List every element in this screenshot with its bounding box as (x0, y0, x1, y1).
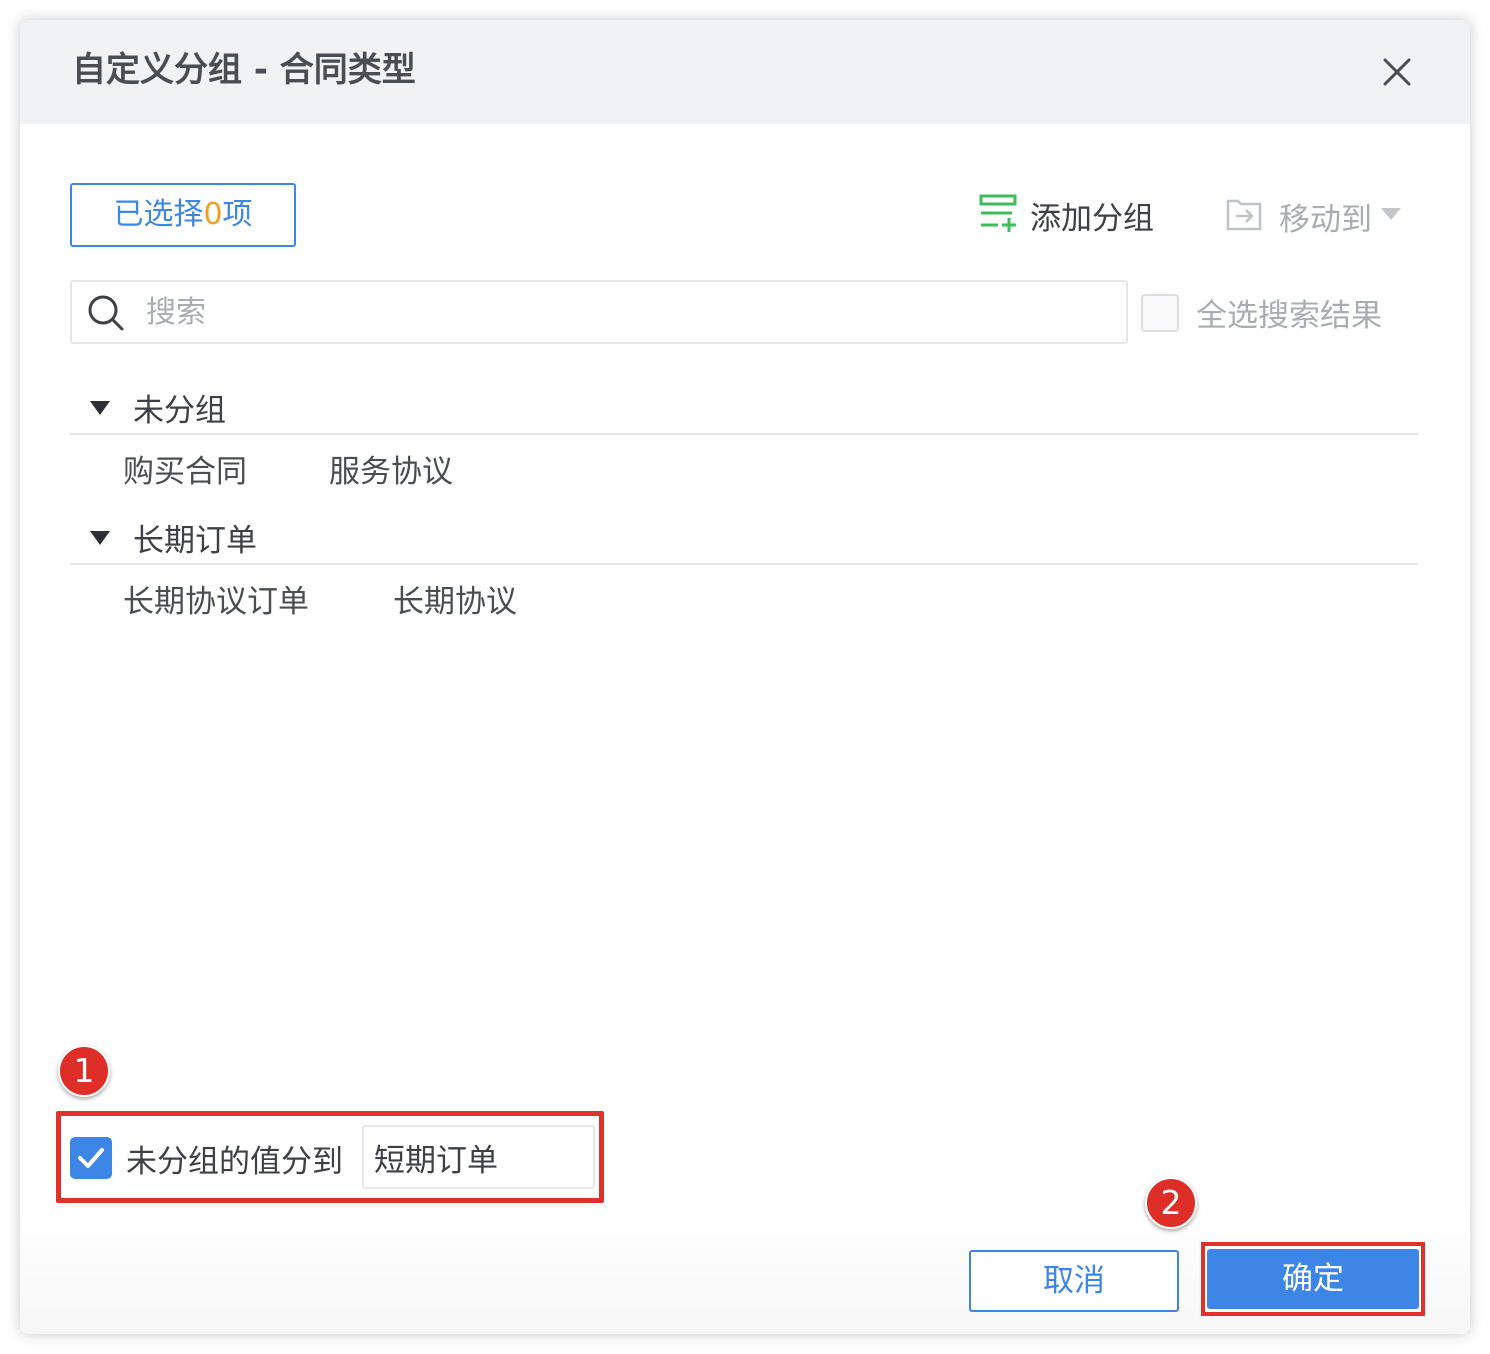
select-all-checkbox[interactable] (1141, 293, 1179, 332)
move-to-icon (1225, 195, 1263, 237)
cancel-button[interactable]: 取消 (969, 1250, 1179, 1312)
dialog-title: 自定义分组 - 合同类型 (72, 50, 416, 90)
ungrouped-label: 未分组的值分到 (126, 1144, 343, 1180)
selected-prefix: 已选择 (113, 197, 204, 232)
caret-down-icon[interactable] (90, 531, 110, 545)
custom-group-dialog: 自定义分组 - 合同类型 已选择0项 添加分组 移动到 搜索 全选搜索结果 未分… (20, 20, 1470, 1334)
search-icon (86, 293, 126, 337)
select-all-results[interactable]: 全选搜索结果 (1141, 290, 1382, 335)
caret-down-icon[interactable] (90, 401, 110, 415)
chevron-down-icon (1380, 206, 1402, 226)
group-header-long-term[interactable]: 长期订单 (70, 511, 1418, 565)
list-item[interactable]: 服务协议 (329, 446, 453, 491)
search-box (70, 280, 1128, 344)
step-badge: 2 (1145, 1177, 1197, 1229)
confirm-button[interactable]: 确定 (1207, 1249, 1419, 1309)
add-group-label: 添加分组 (1030, 200, 1154, 237)
target-group-input[interactable] (362, 1125, 595, 1189)
list-item[interactable]: 长期协议订单 (123, 576, 309, 621)
close-icon[interactable] (1377, 52, 1417, 92)
list-item[interactable]: 购买合同 (123, 446, 247, 491)
group-header-ungrouped[interactable]: 未分组 (70, 381, 1418, 435)
search-input[interactable] (146, 290, 1106, 334)
select-all-label: 全选搜索结果 (1196, 298, 1382, 334)
add-group-icon (978, 193, 1018, 237)
move-to-dropdown[interactable]: 移动到 (1225, 194, 1402, 238)
list-item[interactable]: 长期协议 (393, 576, 517, 621)
move-to-label: 移动到 (1279, 201, 1372, 238)
selected-suffix: 项 (222, 197, 253, 232)
group-name: 长期订单 (133, 523, 257, 559)
dialog-header: 自定义分组 - 合同类型 (20, 20, 1470, 124)
ungrouped-checkbox[interactable] (70, 1137, 112, 1179)
selected-count-button[interactable]: 已选择0项 (70, 183, 296, 247)
step-badge: 1 (58, 1045, 110, 1097)
group-name: 未分组 (133, 393, 226, 429)
add-group-button[interactable]: 添加分组 (978, 192, 1154, 238)
check-icon (78, 1148, 104, 1168)
selected-count: 0 (203, 197, 223, 232)
